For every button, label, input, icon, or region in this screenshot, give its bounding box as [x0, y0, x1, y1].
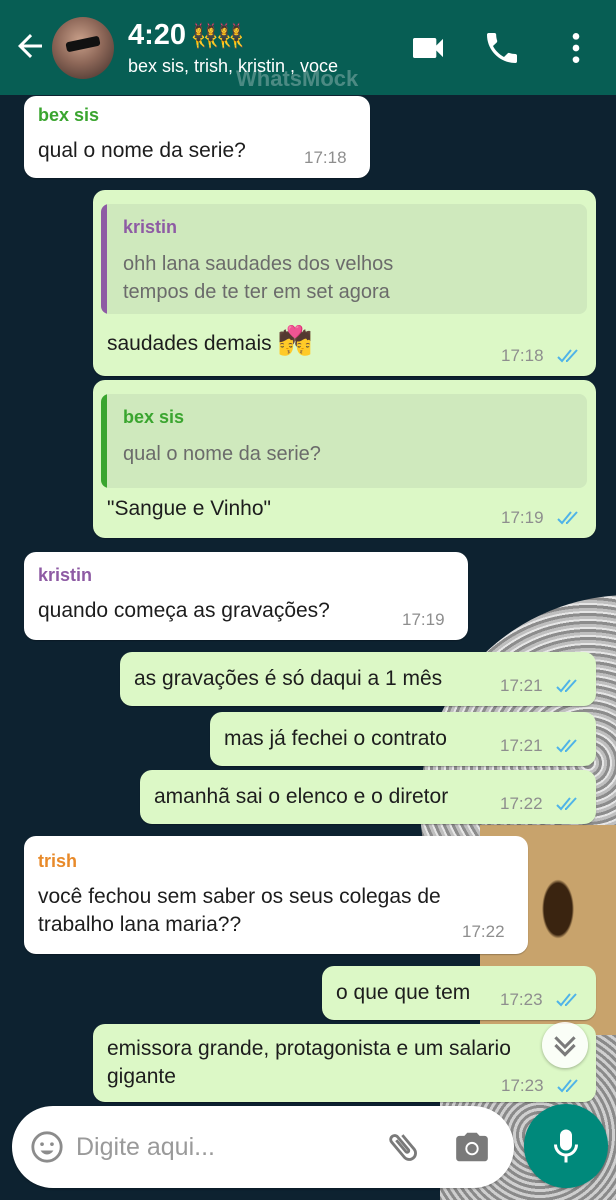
- emoji-icon[interactable]: [30, 1130, 64, 1164]
- quoted-text-line1: qual o nome da serie?: [123, 443, 321, 465]
- mic-button[interactable]: [524, 1104, 608, 1188]
- read-ticks-icon: [556, 679, 577, 693]
- message-text: mas já fechei o contrato: [224, 727, 447, 750]
- header-time-title: 4:20: [128, 19, 187, 51]
- message-time: 17:19: [402, 610, 445, 629]
- more-vert-icon[interactable]: [556, 28, 596, 68]
- message-text: o que que tem: [336, 981, 471, 1004]
- chevron-double-down-icon: [554, 1036, 576, 1057]
- message-time: 17:23: [500, 990, 543, 1009]
- scroll-down-button[interactable]: [542, 1022, 588, 1068]
- camera-icon[interactable]: [452, 1128, 492, 1166]
- message-text: qual o nome da serie?: [38, 139, 246, 162]
- message-text-line1: emissora grande, protagonista e um salar…: [107, 1037, 511, 1060]
- message-text-line2: gigante: [107, 1065, 176, 1088]
- message-time: 17:19: [501, 508, 544, 527]
- read-ticks-icon: [556, 797, 577, 811]
- quoted-text-line1: ohh lana saudades dos velhos: [123, 253, 394, 275]
- message-input-bar[interactable]: Digite aqui...: [12, 1106, 514, 1188]
- message-outgoing[interactable]: emissora grande, protagonista e um salar…: [93, 1024, 596, 1102]
- message-time: 17:18: [501, 346, 544, 365]
- message-incoming[interactable]: bex sis qual o nome da serie? 17:18: [24, 96, 370, 178]
- quoted-message[interactable]: bex sis qual o nome da serie?: [101, 394, 587, 488]
- kiss-emoji: 💏: [277, 325, 313, 356]
- watermark: WhatsMock: [236, 66, 359, 91]
- message-time: 17:22: [500, 794, 543, 813]
- message-time: 17:21: [500, 676, 543, 695]
- message-outgoing[interactable]: amanhã sai o elenco e o diretor 17:22: [140, 770, 596, 824]
- read-ticks-icon: [557, 511, 578, 525]
- message-text: as gravações é só daqui a 1 mês: [134, 667, 443, 690]
- phone-icon[interactable]: [482, 28, 522, 68]
- attach-clip-icon[interactable]: [384, 1128, 422, 1166]
- message-sender: bex sis: [38, 105, 100, 125]
- message-text: amanhã sai o elenco e o diretor: [154, 785, 449, 808]
- message-text: quando começa as gravações?: [38, 599, 330, 622]
- read-ticks-icon: [556, 739, 577, 753]
- message-outgoing[interactable]: mas já fechei o contrato 17:21: [210, 712, 596, 766]
- read-ticks-icon: [557, 349, 578, 363]
- message-text-line2: trabalho lana maria??: [38, 913, 242, 936]
- quoted-sender: bex sis: [123, 407, 185, 427]
- message-outgoing[interactable]: kristin ohh lana saudades dos velhos tem…: [93, 190, 596, 376]
- message-incoming[interactable]: trish você fechou sem saber os seus cole…: [24, 836, 528, 954]
- read-ticks-icon: [556, 993, 577, 1007]
- message-sender: kristin: [38, 565, 93, 585]
- video-call-icon[interactable]: [408, 28, 448, 68]
- quoted-sender: kristin: [123, 217, 178, 237]
- message-time: 17:18: [304, 148, 347, 167]
- message-input[interactable]: Digite aqui...: [76, 1132, 215, 1162]
- chat-header: 4:20 👯‍♀️👯‍♀️ bex sis, trish, kristin , v…: [0, 0, 616, 95]
- message-time: 17:23: [501, 1076, 544, 1095]
- message-outgoing[interactable]: as gravações é só daqui a 1 mês 17:21: [120, 652, 596, 706]
- message-text-content: saudades demais: [107, 332, 272, 355]
- message-text: "Sangue e Vinho": [107, 497, 271, 520]
- message-outgoing[interactable]: bex sis qual o nome da serie? "Sangue e …: [93, 380, 596, 538]
- message-text-line1: você fechou sem saber os seus colegas de: [38, 885, 441, 908]
- message-sender: trish: [38, 851, 78, 871]
- message-outgoing[interactable]: o que que tem 17:23: [322, 966, 596, 1020]
- message-time: 17:21: [500, 736, 543, 755]
- group-avatar[interactable]: [52, 17, 114, 79]
- back-arrow-icon[interactable]: [12, 28, 48, 64]
- header-emoji: 👯‍♀️👯‍♀️: [190, 23, 246, 50]
- read-ticks-icon: [557, 1079, 578, 1093]
- chat-title[interactable]: 4:20 👯‍♀️👯‍♀️: [128, 18, 246, 54]
- mic-icon: [554, 1129, 578, 1163]
- quoted-text-line2: tempos de te ter em set agora: [123, 281, 390, 303]
- message-text: saudades demais 💏: [107, 326, 312, 358]
- quoted-message[interactable]: kristin ohh lana saudades dos velhos tem…: [101, 204, 587, 314]
- message-incoming[interactable]: kristin quando começa as gravações? 17:1…: [24, 552, 468, 640]
- message-time: 17:22: [462, 922, 505, 941]
